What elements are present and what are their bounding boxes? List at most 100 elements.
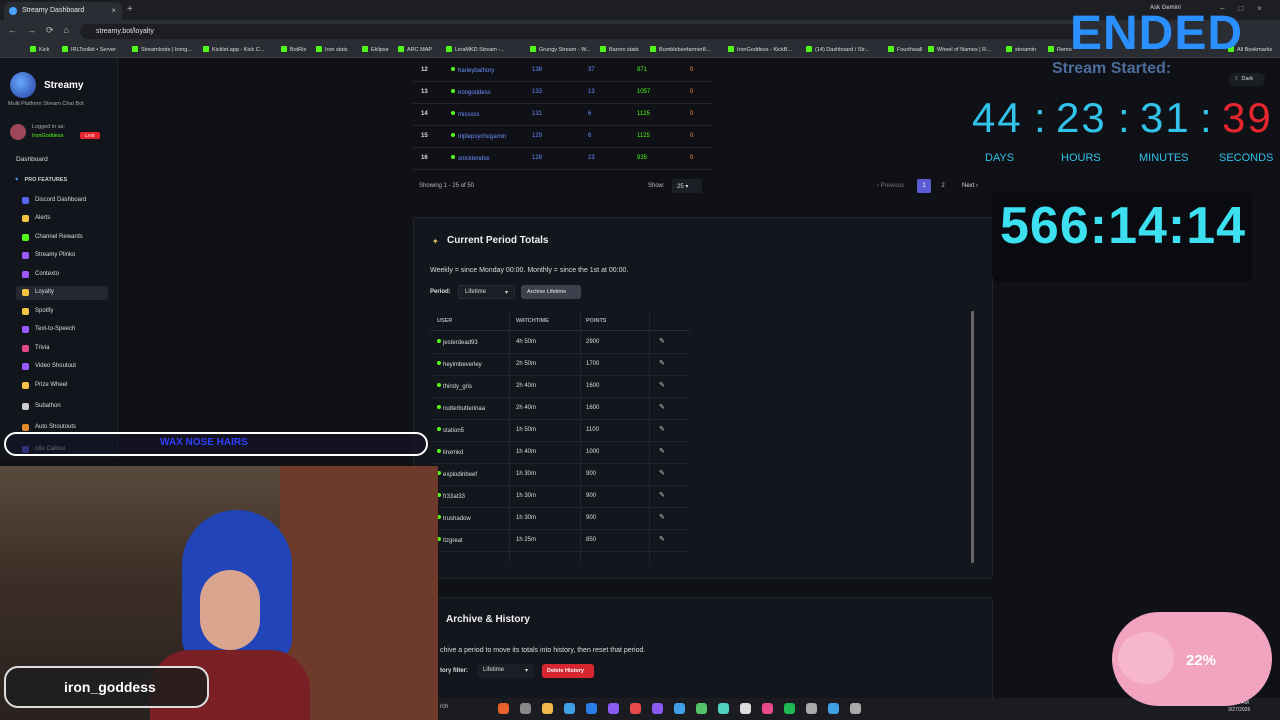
sidebar-item-contexto[interactable]: Contexto (16, 268, 108, 282)
sidebar-item-streamy-plinko[interactable]: Streamy Plinko (16, 249, 108, 263)
taskbar-app-icon[interactable] (630, 703, 641, 714)
sidebar-item-text-to-speech[interactable]: Text-to-Speech (16, 323, 108, 337)
edit-icon[interactable]: ✎ (659, 513, 665, 521)
sidebar-item-trivia[interactable]: Trivia (16, 342, 108, 356)
bookmark-item[interactable]: LinaMKD Stream -... (446, 46, 505, 53)
taskbar-app-icon[interactable] (806, 703, 817, 714)
username-link[interactable]: triplepsychogamin (451, 133, 506, 140)
period-totals-note: Weekly = since Monday 00:00. Monthly = s… (430, 267, 629, 274)
table-cell: heyimbeverley (437, 361, 482, 368)
taskbar-app-icon[interactable] (784, 703, 795, 714)
sidebar-item-dashboard[interactable]: Dashboard (16, 156, 48, 163)
bookmark-item[interactable]: Fourthwall (888, 46, 922, 53)
taskbar-app-icon[interactable] (850, 703, 861, 714)
username-link[interactable]: irongoddess (451, 89, 491, 96)
pro-features-toggle[interactable]: ▼ PRO FEATURES (14, 177, 67, 183)
sidebar-item-video-shoutout[interactable]: Video Shoutout (16, 360, 108, 374)
username-link[interactable]: missxss (451, 111, 479, 118)
sidebar-item-icon (22, 271, 29, 278)
period-select[interactable]: Lifetime ▾ (458, 285, 515, 299)
table-scrollbar[interactable] (971, 311, 974, 563)
taskbar-app-icon[interactable] (762, 703, 773, 714)
edit-icon[interactable]: ✎ (659, 359, 665, 367)
archive-lifetime-button[interactable]: Archive Lifetime (521, 285, 581, 299)
taskbar-app-icon[interactable] (608, 703, 619, 714)
pig-icon (1118, 632, 1174, 684)
bookmark-item[interactable]: IRLToolkit • Server (62, 46, 116, 53)
bookmark-item[interactable]: Kicklet.app - Kick C... (203, 46, 264, 53)
col-watchtime[interactable]: WATCHTIME (516, 318, 549, 324)
taskbar-app-icon[interactable] (674, 703, 685, 714)
taskbar-app-icon[interactable] (498, 703, 509, 714)
taskbar-app-icon[interactable] (652, 703, 663, 714)
sidebar-item-spotify[interactable]: Spotify (16, 305, 108, 319)
history-filter-value: Lifetime (483, 667, 505, 673)
page-2-button[interactable]: 2 (936, 179, 950, 193)
nav-buttons[interactable]: ←→⟳⌂ (8, 25, 79, 36)
col-user[interactable]: USER (437, 318, 452, 324)
bookmark-item[interactable]: (14) Dashboard / Str... (806, 46, 869, 53)
bookmark-favicon-icon (362, 46, 368, 52)
table-row: trushadow 1h 30m 900 ✎ (430, 508, 690, 530)
new-tab-icon[interactable]: + (127, 4, 133, 15)
table-cell: fr33at33 (437, 493, 465, 500)
col-points[interactable]: POINTS (586, 318, 606, 324)
edit-icon[interactable]: ✎ (659, 425, 665, 433)
bookmark-item[interactable]: Grungy Stream - W... (530, 46, 591, 53)
taskbar-app-icon[interactable] (520, 703, 531, 714)
sidebar-item-icon (22, 289, 29, 296)
edit-icon[interactable]: ✎ (659, 337, 665, 345)
next-page-button[interactable]: Next › (957, 179, 983, 193)
previous-page-button[interactable]: ‹ Previous (872, 179, 909, 193)
delete-history-button[interactable]: Delete History (542, 664, 594, 678)
bookmark-item[interactable]: Barren stats (600, 46, 639, 53)
history-filter-label: tory filter: (440, 668, 469, 674)
taskbar-app-icon[interactable] (542, 703, 553, 714)
history-filter-select[interactable]: Lifetime ▾ (477, 664, 534, 678)
bookmark-item[interactable]: Streamloots | Irong... (132, 46, 192, 53)
browser-tab[interactable]: Streamy Dashboard × (4, 2, 122, 20)
bookmark-item[interactable]: Wheel of Names | R... (928, 46, 991, 53)
username-link[interactable]: snicktendox (451, 155, 490, 162)
page-size-select[interactable]: 25 ▾ (672, 179, 702, 193)
edit-icon[interactable]: ✎ (659, 381, 665, 389)
bookmark-item[interactable]: ARC MAP (398, 46, 432, 53)
streamy-favicon-icon (9, 7, 17, 15)
bookmark-label: Iron stats (325, 47, 348, 53)
taskbar-search[interactable]: rch (440, 704, 448, 710)
bookmark-item[interactable]: IronGoddess - KickB... (728, 46, 792, 53)
table-cell: 6 (588, 133, 592, 139)
close-tab-icon[interactable]: × (111, 6, 116, 15)
taskbar-app-icon[interactable] (586, 703, 597, 714)
bookmark-item[interactable]: Remo (1048, 46, 1072, 53)
bookmark-item[interactable]: Eklipse (362, 46, 389, 53)
edit-icon[interactable]: ✎ (659, 447, 665, 455)
sidebar-item-channel-rewards[interactable]: Channel Rewards (16, 231, 108, 245)
tab-title: Streamy Dashboard (22, 7, 85, 14)
taskbar-app-icon[interactable] (828, 703, 839, 714)
bookmark-favicon-icon (132, 46, 138, 52)
edit-icon[interactable]: ✎ (659, 403, 665, 411)
edit-icon[interactable]: ✎ (659, 535, 665, 543)
url-field[interactable]: streamy.bot/loyalty (80, 24, 1080, 39)
bookmark-item[interactable]: Iron stats (316, 46, 348, 53)
taskbar-app-icon[interactable] (696, 703, 707, 714)
sidebar-item-loyalty[interactable]: Loyalty (16, 286, 108, 300)
sidebar-item-alerts[interactable]: Alerts (16, 212, 108, 226)
bookmark-item[interactable]: Bumblebeefarmer8... (650, 46, 710, 53)
sidebar-item-prize-wheel[interactable]: Prize Wheel (16, 379, 108, 393)
taskbar-app-icon[interactable] (564, 703, 575, 714)
bookmark-item[interactable]: BotRix (281, 46, 306, 53)
countdown-sep: : (1118, 94, 1132, 141)
sidebar-item-discord-dashboard[interactable]: Discord Dashboard (16, 194, 108, 208)
edit-icon[interactable]: ✎ (659, 469, 665, 477)
edit-icon[interactable]: ✎ (659, 491, 665, 499)
taskbar-app-icon[interactable] (740, 703, 751, 714)
bookmark-item[interactable]: streamin (1006, 46, 1036, 53)
sidebar-item-subathon[interactable]: Subathon (16, 400, 108, 414)
username-link[interactable]: harleybathory (451, 67, 494, 74)
page-1-button[interactable]: 1 (917, 179, 931, 193)
bookmark-item[interactable]: Kick (30, 46, 49, 53)
dark-mode-toggle[interactable]: ☾ Dark (1229, 73, 1265, 86)
taskbar-app-icon[interactable] (718, 703, 729, 714)
